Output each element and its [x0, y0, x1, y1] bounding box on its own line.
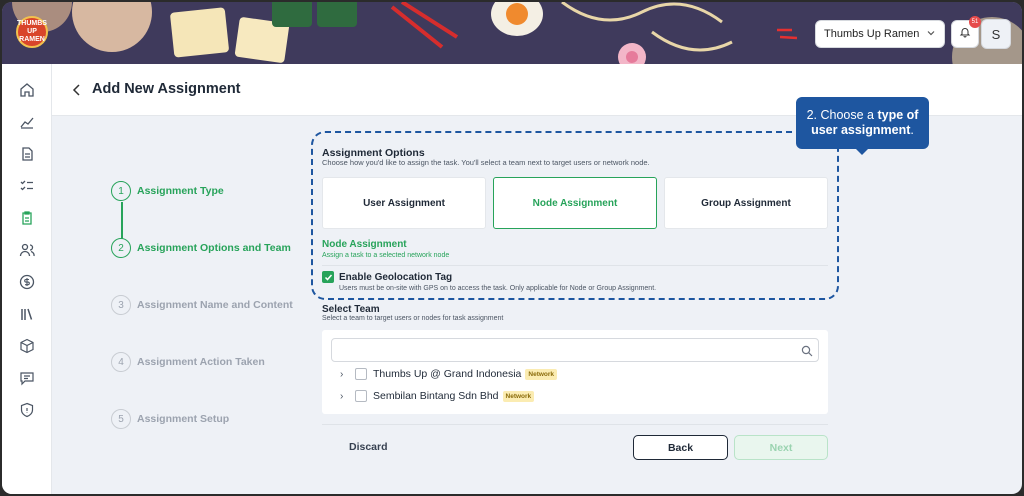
- step-number: 1: [111, 181, 131, 201]
- team-name: Sembilan Bintang Sdn Bhd: [373, 390, 499, 402]
- team-checkbox[interactable]: [355, 368, 367, 380]
- tutorial-highlight: [311, 131, 839, 300]
- step-label: Assignment Type: [137, 185, 224, 197]
- step-label: Assignment Options and Team: [137, 242, 291, 254]
- team-name: Thumbs Up @ Grand Indonesia: [373, 368, 522, 380]
- user-avatar[interactable]: S: [981, 19, 1011, 49]
- step-3: 3 Assignment Name and Content: [111, 295, 311, 315]
- restaurant-select[interactable]: Thumbs Up Ramen: [815, 20, 945, 48]
- tooltip-suffix: .: [910, 123, 914, 137]
- page-title: Add New Assignment: [92, 81, 241, 97]
- notifications-button[interactable]: 51: [951, 16, 981, 48]
- dollar-icon[interactable]: [19, 274, 35, 290]
- team-row[interactable]: › Thumbs Up @ Grand Indonesia Network: [340, 367, 558, 381]
- library-icon[interactable]: [19, 306, 35, 322]
- step-connector: [121, 202, 123, 239]
- chevron-right-icon[interactable]: ›: [340, 369, 350, 380]
- header-banner: THUMBS UP RAMEN Thumbs Up Ramen 51 S: [2, 2, 1022, 64]
- discard-button[interactable]: Discard: [349, 441, 388, 453]
- team-row[interactable]: › Sembilan Bintang Sdn Bhd Network: [340, 389, 535, 403]
- back-arrow-icon[interactable]: [70, 82, 84, 98]
- users-icon[interactable]: [19, 242, 35, 258]
- step-number: 3: [111, 295, 131, 315]
- step-number: 4: [111, 352, 131, 372]
- step-2: 2 Assignment Options and Team: [111, 238, 311, 258]
- footer-divider: [322, 424, 828, 425]
- next-button[interactable]: Next: [734, 435, 828, 460]
- chevron-right-icon[interactable]: ›: [340, 391, 350, 402]
- step-number: 5: [111, 409, 131, 429]
- bell-icon: [959, 25, 971, 43]
- home-icon[interactable]: [19, 82, 35, 98]
- notification-badge: 51: [969, 16, 981, 28]
- clipboard-icon[interactable]: [19, 210, 35, 226]
- document-icon[interactable]: [19, 146, 35, 162]
- select-team-subtitle: Select a team to target users or nodes f…: [322, 315, 504, 322]
- step-number: 2: [111, 238, 131, 258]
- network-tag: Network: [502, 390, 535, 402]
- checklist-icon[interactable]: [19, 178, 35, 194]
- shield-icon[interactable]: [19, 402, 35, 418]
- restaurant-select-value: Thumbs Up Ramen: [824, 28, 920, 40]
- step-label: Assignment Name and Content: [137, 299, 293, 311]
- step-1: 1 Assignment Type: [111, 181, 311, 201]
- step-4: 4 Assignment Action Taken: [111, 352, 311, 372]
- step-label: Assignment Setup: [137, 413, 230, 425]
- tooltip-text: 2. Choose a: [806, 108, 878, 122]
- team-search-input[interactable]: [331, 338, 819, 362]
- message-icon[interactable]: [19, 370, 35, 386]
- step-label: Assignment Action Taken: [137, 356, 265, 368]
- search-icon: [801, 344, 813, 357]
- chevron-down-icon: [926, 28, 936, 41]
- box-icon[interactable]: [19, 338, 35, 354]
- sidebar: [2, 64, 52, 494]
- analytics-icon[interactable]: [19, 114, 35, 130]
- tutorial-tooltip: 2. Choose a type of user assignment.: [796, 97, 929, 155]
- team-checkbox[interactable]: [355, 390, 367, 402]
- back-button[interactable]: Back: [633, 435, 728, 460]
- step-5: 5 Assignment Setup: [111, 409, 311, 429]
- network-tag: Network: [525, 368, 558, 380]
- select-team-title: Select Team: [322, 304, 380, 315]
- brand-logo: THUMBS UP RAMEN: [16, 16, 48, 48]
